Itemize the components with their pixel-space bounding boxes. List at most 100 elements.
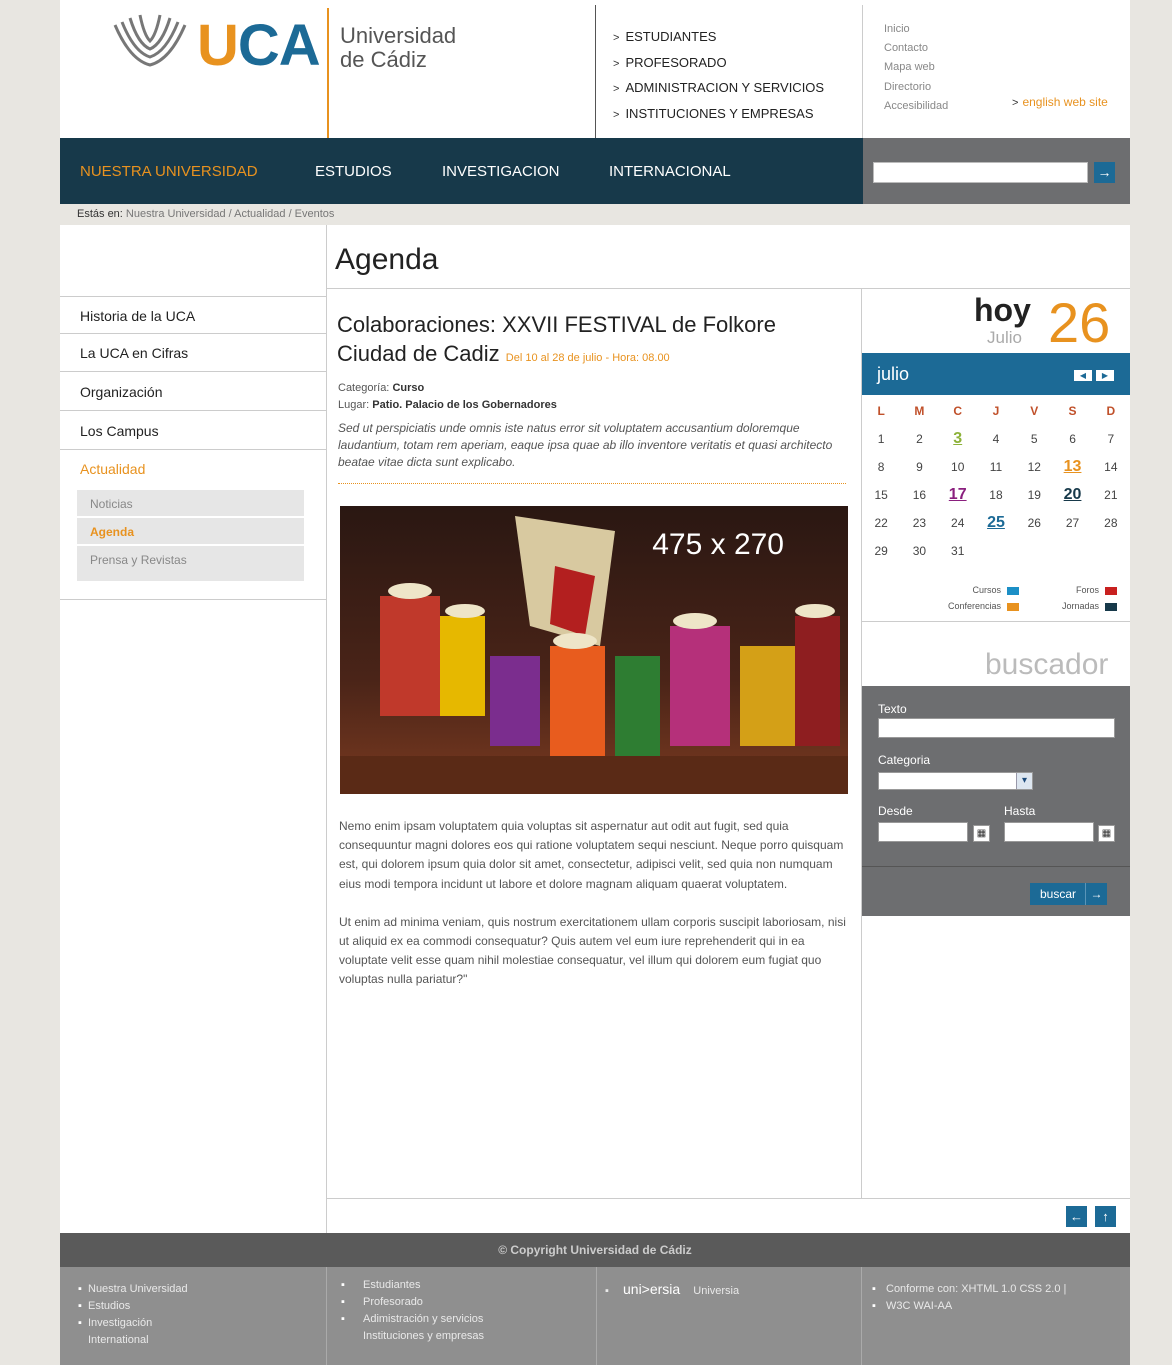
footer-link[interactable]: Instituciones y empresas xyxy=(341,1328,484,1345)
calendar-weekday-row: LMCJVSD xyxy=(862,397,1130,425)
calendar-day[interactable]: 6 xyxy=(1053,425,1091,453)
footer-link[interactable]: ▪ Nuestra Universidad xyxy=(78,1281,188,1298)
calendar-day[interactable]: 11 xyxy=(977,453,1015,481)
calendar-day[interactable]: 16 xyxy=(900,481,938,509)
sidebar-subitem-noticias[interactable]: Noticias xyxy=(77,490,304,518)
categoria-select[interactable]: ▾ xyxy=(878,772,1033,790)
calendar-day[interactable]: 30 xyxy=(900,537,938,565)
nav-item-investigacion[interactable]: INVESTIGACION xyxy=(442,163,560,180)
hasta-calendar-icon[interactable]: ▦ xyxy=(1098,825,1115,842)
calendar-day[interactable]: 1 xyxy=(862,425,900,453)
utility-link-mapa-web[interactable]: Mapa web xyxy=(884,58,948,77)
event-summary: Sed ut perspiciatis unde omnis iste natu… xyxy=(338,421,833,469)
footer-link[interactable]: ▪ Investigación xyxy=(78,1315,188,1332)
today-month: Julio xyxy=(987,328,1022,347)
calendar-day[interactable]: 31 xyxy=(939,537,977,565)
event-place-label: Lugar: xyxy=(338,399,370,411)
audience-link-label: ESTUDIANTES xyxy=(625,29,717,44)
footer-link[interactable]: ▪ Profesorado xyxy=(341,1294,484,1311)
event-search-form: Texto Categoria ▾ Desde Hasta ▦ ▦ buscar… xyxy=(862,686,1130,916)
search-submit-button[interactable]: → xyxy=(1094,162,1115,183)
calendar-day[interactable]: 26 xyxy=(1015,509,1053,537)
calendar-day[interactable]: 5 xyxy=(1015,425,1053,453)
footer-link[interactable]: ▪ Estudiantes xyxy=(341,1277,484,1294)
sidebar-item-campus[interactable]: Los Campus xyxy=(60,412,326,450)
title-divider xyxy=(326,288,1130,289)
utility-link-directorio[interactable]: Directorio xyxy=(884,78,948,97)
calendar-day[interactable]: 27 xyxy=(1053,509,1091,537)
sidebar-submenu: Noticias Agenda Prensa y Revistas xyxy=(77,490,304,581)
main-bottom-divider xyxy=(326,1198,1130,1199)
calendar-day[interactable]: 15 xyxy=(862,481,900,509)
nav-item-nuestra-universidad[interactable]: NUESTRA UNIVERSIDAD xyxy=(80,163,258,180)
calendar-empty-cell xyxy=(977,537,1015,565)
breadcrumb: Estás en: Nuestra Universidad / Actualid… xyxy=(77,208,334,220)
calendar-weekday: J xyxy=(992,404,1000,418)
nav-item-estudios[interactable]: ESTUDIOS xyxy=(315,163,392,180)
breadcrumb-path[interactable]: Nuestra Universidad / Actualidad / Event… xyxy=(126,208,335,220)
calendar-day[interactable]: 22 xyxy=(862,509,900,537)
calendar-day[interactable]: 2 xyxy=(900,425,938,453)
buscar-button[interactable]: buscar → xyxy=(1030,883,1107,905)
calendar-day[interactable]: 24 xyxy=(939,509,977,537)
bullet-icon: ▪ xyxy=(605,1285,609,1297)
audience-link-administracion[interactable]: > ADMINISTRACION Y SERVICIOS xyxy=(613,76,824,102)
calendar-day[interactable]: 3 xyxy=(939,425,977,453)
calendar-day[interactable]: 4 xyxy=(977,425,1015,453)
english-site-link[interactable]: > english web site xyxy=(1012,95,1108,109)
calendar-day[interactable]: 7 xyxy=(1092,425,1130,453)
calendar-day[interactable]: 9 xyxy=(900,453,938,481)
calendar-day[interactable]: 13 xyxy=(1053,453,1091,481)
audience-link-profesorado[interactable]: > PROFESORADO xyxy=(613,51,824,77)
footer-link[interactable]: International xyxy=(78,1332,188,1349)
utility-link-accesibilidad[interactable]: Accesibilidad xyxy=(884,97,948,116)
sidebar-item-actualidad[interactable]: Actualidad xyxy=(60,450,326,488)
utility-link-contacto[interactable]: Contacto xyxy=(884,39,948,58)
footer-link[interactable]: ▪ W3C WAI-AA xyxy=(872,1298,1066,1315)
search-input[interactable] xyxy=(873,162,1088,183)
calendar-day[interactable]: 12 xyxy=(1015,453,1053,481)
sidebar-bottom-divider xyxy=(60,599,326,600)
utility-link-inicio[interactable]: Inicio xyxy=(884,20,948,39)
column-divider xyxy=(326,225,327,1233)
footer-col-3: ▪ uni>ersia Universia xyxy=(597,1267,862,1365)
audience-link-estudiantes[interactable]: > ESTUDIANTES xyxy=(613,25,824,51)
sidebar-subitem-prensa[interactable]: Prensa y Revistas xyxy=(77,546,304,574)
sidebar-subitem-agenda[interactable]: Agenda xyxy=(77,518,304,546)
texto-input[interactable] xyxy=(878,718,1115,738)
calendar-next-icon[interactable]: ▶ xyxy=(1096,370,1114,381)
hasta-input[interactable] xyxy=(1004,822,1094,842)
back-arrow-icon[interactable]: ← xyxy=(1066,1206,1087,1227)
logo-uca-text[interactable]: UCA xyxy=(197,14,321,78)
chevron-right-icon: > xyxy=(1012,97,1019,109)
calendar-day[interactable]: 10 xyxy=(939,453,977,481)
calendar-day[interactable]: 18 xyxy=(977,481,1015,509)
desde-calendar-icon[interactable]: ▦ xyxy=(973,825,990,842)
calendar-day[interactable]: 17 xyxy=(939,481,977,509)
chevron-down-icon: ▾ xyxy=(1016,773,1032,789)
sidebar-item-organizacion[interactable]: Organización xyxy=(60,373,326,411)
calendar-prev-icon[interactable]: ◀ xyxy=(1074,370,1092,381)
calendar-day[interactable]: 8 xyxy=(862,453,900,481)
bullet-icon: ▪ xyxy=(78,1283,82,1295)
calendar-day[interactable]: 20 xyxy=(1053,481,1091,509)
calendar-day[interactable]: 21 xyxy=(1092,481,1130,509)
footer-link[interactable]: ▪ Adimistración y servicios xyxy=(341,1311,484,1328)
calendar-day[interactable]: 23 xyxy=(900,509,938,537)
calendar-day[interactable]: 29 xyxy=(862,537,900,565)
footer-link[interactable]: ▪ Conforme con: XHTML 1.0 CSS 2.0 | xyxy=(872,1281,1066,1298)
nav-item-internacional[interactable]: INTERNACIONAL xyxy=(609,163,731,180)
footer-link[interactable]: ▪ Estudios xyxy=(78,1298,188,1315)
desde-input[interactable] xyxy=(878,822,968,842)
uca-logo-icon[interactable] xyxy=(110,10,190,70)
audience-link-instituciones[interactable]: > INSTITUCIONES Y EMPRESAS xyxy=(613,102,824,128)
back-to-top-icon[interactable]: ↑ xyxy=(1095,1206,1116,1227)
calendar-day[interactable]: 28 xyxy=(1092,509,1130,537)
calendar-day[interactable]: 14 xyxy=(1092,453,1130,481)
universia-link[interactable]: ▪ uni>ersia Universia xyxy=(605,1281,739,1297)
footer-col-1: ▪ Nuestra Universidad ▪ Estudios ▪ Investig… xyxy=(60,1267,327,1365)
sidebar-item-historia[interactable]: Historia de la UCA xyxy=(60,296,326,334)
sidebar-item-cifras[interactable]: La UCA en Cifras xyxy=(60,334,326,372)
calendar-day[interactable]: 25 xyxy=(977,509,1015,537)
calendar-day[interactable]: 19 xyxy=(1015,481,1053,509)
